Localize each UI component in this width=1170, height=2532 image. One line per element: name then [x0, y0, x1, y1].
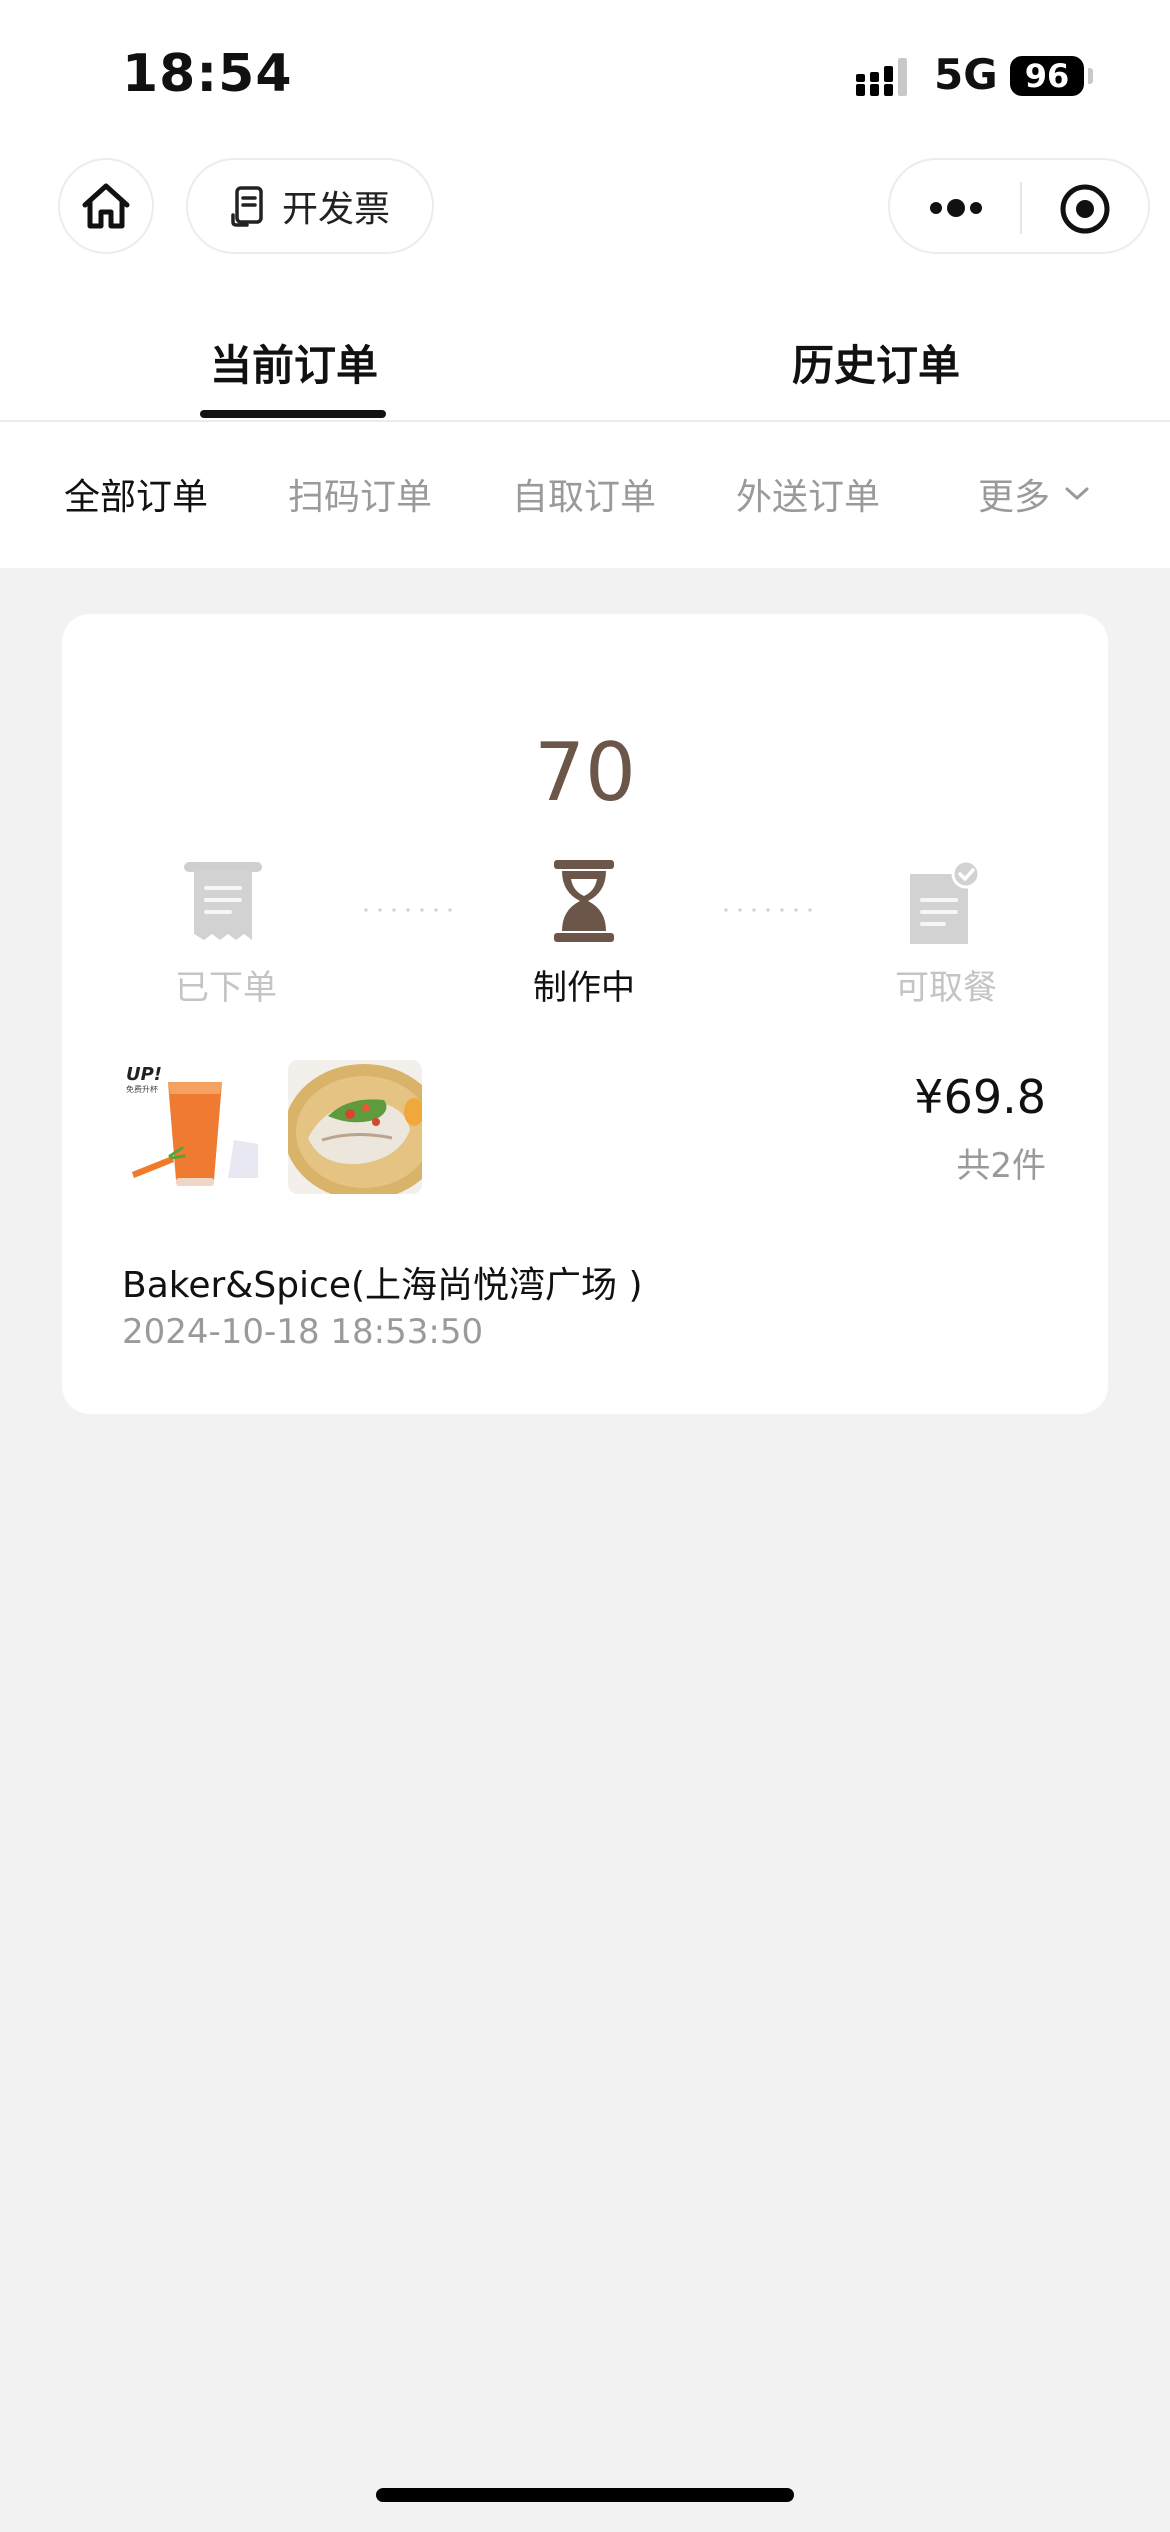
receipt-icon	[184, 862, 262, 940]
home-button[interactable]	[58, 158, 154, 254]
network-type: 5G	[934, 50, 998, 99]
more-dots-icon[interactable]	[926, 190, 986, 226]
tab-current-orders[interactable]: 当前订单	[210, 332, 378, 393]
invoice-button[interactable]: 开发票	[186, 158, 434, 254]
invoice-label: 开发票	[281, 189, 390, 230]
home-indicator[interactable]	[376, 2488, 794, 2502]
filter-delivery-orders[interactable]: 外送订单	[736, 468, 880, 520]
step-label-ordered: 已下单	[175, 968, 277, 1008]
order-price: ¥69.8	[914, 1070, 1046, 1124]
step-connector	[364, 908, 452, 912]
hourglass-icon	[554, 860, 614, 942]
order-time: 2024-10-18 18:53:50	[122, 1312, 484, 1352]
target-icon[interactable]	[1058, 182, 1112, 236]
chevron-down-icon	[1065, 487, 1089, 500]
filter-scan-orders[interactable]: 扫码订单	[288, 468, 432, 520]
status-time: 18:54	[122, 44, 293, 104]
tabs-divider	[0, 420, 1170, 422]
document-check-icon	[910, 860, 981, 944]
product-thumbnail-salad	[288, 1060, 422, 1194]
pickup-number: 70	[534, 726, 636, 819]
home-icon	[82, 183, 130, 229]
signal-icon	[856, 58, 907, 96]
spring-roll-plate-image	[288, 1060, 422, 1194]
carrot-juice-image: UP! 免费升杯	[126, 1064, 258, 1186]
order-item-count: 共2件	[956, 1146, 1046, 1186]
thumb-badge: UP!	[126, 1064, 162, 1085]
filter-more-label: 更多	[978, 477, 1051, 518]
tab-history-orders[interactable]: 历史订单	[792, 332, 960, 393]
mini-program-capsule	[888, 158, 1150, 254]
filter-more[interactable]: 更多	[978, 468, 1090, 520]
filter-pickup-orders[interactable]: 自取订单	[512, 468, 656, 520]
step-label-preparing: 制作中	[533, 968, 635, 1008]
battery-cap	[1088, 68, 1093, 84]
thumb-badge-sub: 免费升杯	[126, 1084, 158, 1094]
product-thumbnail-juice: UP! 免费升杯	[124, 1060, 258, 1194]
tab-active-indicator	[200, 410, 386, 418]
step-label-ready: 可取餐	[895, 968, 997, 1008]
battery-level: 96	[1010, 56, 1084, 96]
filter-all-orders[interactable]: 全部订单	[64, 468, 208, 520]
step-connector	[724, 908, 812, 912]
store-name: Baker&Spice(上海尚悦湾广场 )	[122, 1265, 643, 1306]
receipt-icon	[231, 186, 263, 227]
capsule-divider	[1020, 182, 1022, 234]
